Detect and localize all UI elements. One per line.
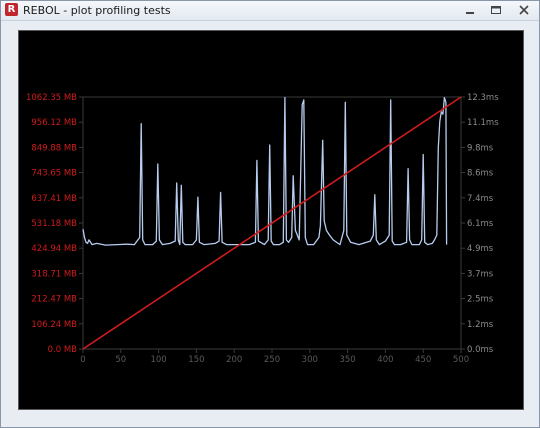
right-tick-label: 9.8ms — [467, 143, 494, 153]
x-tick-label: 0 — [80, 355, 85, 365]
left-tick-label: 0.0 MB — [48, 345, 78, 355]
right-tick-label: 1.2ms — [467, 320, 494, 330]
left-tick-label: 318.71 MB — [31, 269, 77, 279]
left-tick-label: 106.24 MB — [31, 320, 77, 330]
close-button[interactable] — [509, 1, 539, 19]
x-tick-label: 250 — [264, 355, 280, 365]
maximize-button[interactable] — [483, 1, 509, 19]
x-tick-label: 350 — [339, 355, 355, 365]
x-tick-label: 300 — [302, 355, 318, 365]
left-tick-label: 1062.35 MB — [26, 93, 77, 103]
right-tick-label: 2.5ms — [467, 295, 494, 305]
right-tick-label: 12.3ms — [467, 93, 499, 103]
left-tick-label: 212.47 MB — [31, 295, 77, 305]
right-tick-label: 4.9ms — [467, 244, 494, 254]
x-tick-label: 500 — [453, 355, 469, 365]
right-tick-label: 6.1ms — [467, 219, 494, 229]
x-tick-label: 200 — [226, 355, 242, 365]
x-tick-label: 100 — [150, 355, 166, 365]
left-tick-label: 424.94 MB — [31, 244, 77, 254]
window-title: REBOL - plot profiling tests — [23, 4, 171, 17]
right-tick-label: 8.6ms — [467, 169, 494, 179]
app-icon[interactable]: R — [5, 3, 18, 16]
plot-area: 0.0 MB 106.24 MB 212.47 MB 318.71 MB 424.94 … — [18, 30, 524, 410]
left-tick-label: 956.12 MB — [31, 118, 77, 128]
right-tick-label: 3.7ms — [467, 269, 494, 279]
maximize-icon — [491, 6, 501, 14]
memory-series-line — [82, 96, 448, 246]
left-tick-label: 531.18 MB — [31, 219, 77, 229]
x-tick-label: 400 — [377, 355, 393, 365]
series-lines — [82, 96, 462, 350]
close-icon — [519, 5, 529, 15]
right-tick-label: 11.1ms — [467, 118, 499, 128]
left-tick-label: 849.88 MB — [31, 143, 77, 153]
profiling-chart: 0.0 MB 106.24 MB 212.47 MB 318.71 MB 424.94 … — [26, 93, 499, 365]
left-tick-label: 637.41 MB — [31, 194, 77, 204]
x-tick-label: 150 — [188, 355, 204, 365]
right-tick-label: 0.0ms — [467, 345, 494, 355]
left-tick-label: 743.65 MB — [31, 169, 77, 179]
x-tick-label: 450 — [415, 355, 431, 365]
app-window: R REBOL - plot profiling tests 0.0 MB 106… — [0, 0, 540, 428]
right-tick-label: 7.4ms — [467, 194, 494, 204]
minimize-icon — [466, 12, 474, 14]
title-bar[interactable]: R REBOL - plot profiling tests — [1, 1, 539, 21]
minimize-button[interactable] — [457, 1, 483, 19]
x-tick-label: 50 — [115, 355, 126, 365]
